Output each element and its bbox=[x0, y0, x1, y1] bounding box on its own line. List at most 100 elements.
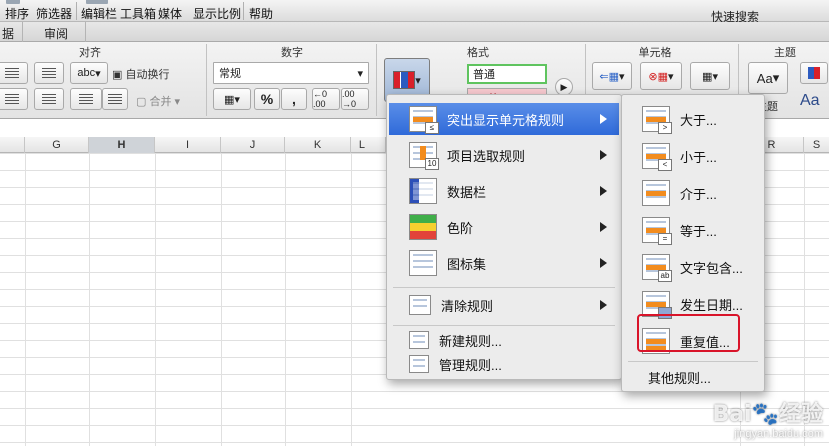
decrease-indent-button[interactable] bbox=[70, 88, 102, 110]
column-header-h[interactable]: H bbox=[89, 137, 155, 153]
comma-button[interactable]: , bbox=[281, 88, 307, 110]
insert-cells-button[interactable]: ⇐▦ ▾ bbox=[592, 62, 632, 90]
play-icon: ▶ bbox=[560, 81, 568, 92]
new-rule-icon bbox=[409, 331, 429, 349]
menu-item-top-bottom-rules[interactable]: 10 项目选取规则 bbox=[389, 139, 619, 171]
align-lines-icon bbox=[5, 68, 19, 78]
data-bars-icon bbox=[409, 178, 437, 204]
grid-line bbox=[221, 153, 222, 446]
delete-cells-button[interactable]: ⊗▦ ▾ bbox=[640, 62, 682, 90]
menu-item-new-rule[interactable]: 新建规则... bbox=[389, 327, 619, 353]
menu-item-data-bars[interactable]: 数据栏 bbox=[389, 175, 619, 207]
menu-item-icon-sets[interactable]: 图标集 bbox=[389, 247, 619, 279]
filter-button[interactable]: 筛选器 bbox=[36, 5, 72, 22]
manage-rules-icon bbox=[409, 355, 429, 373]
toolbox-button[interactable]: 工具箱 bbox=[120, 5, 156, 22]
menu-item-clear-rules[interactable]: 清除规则 bbox=[389, 289, 619, 321]
column-header[interactable] bbox=[0, 137, 25, 153]
toolbar-separator bbox=[76, 2, 77, 20]
formula-bar-icon bbox=[86, 0, 108, 4]
duplicate-values-callout bbox=[637, 314, 740, 352]
ribbon-tabs: 据 审阅 bbox=[0, 22, 829, 42]
menu-item-label: 新建规则... bbox=[439, 333, 502, 349]
menu-item-highlight-cells-rules[interactable]: ≤ 突出显示单元格规则 bbox=[389, 103, 619, 135]
insert-cells-icon: ⇐▦ bbox=[599, 70, 620, 83]
submenu-arrow-icon bbox=[600, 114, 607, 124]
themes-group-title: 主题 bbox=[774, 47, 796, 59]
column-header-k[interactable]: K bbox=[285, 137, 351, 153]
clear-rules-icon bbox=[409, 295, 431, 315]
merge-button[interactable]: ▢ 合并 ▾ bbox=[136, 93, 180, 109]
submenu-item-equal-to[interactable]: = 等于... bbox=[624, 212, 762, 248]
align-middle-button[interactable] bbox=[34, 62, 64, 84]
theme-fonts-button[interactable]: Aa bbox=[800, 92, 820, 110]
baidu-watermark: Bai🐾经验 jingyan.baidu.com bbox=[712, 396, 823, 440]
increase-indent-button[interactable] bbox=[102, 88, 128, 110]
group-separator bbox=[206, 44, 207, 116]
percent-button[interactable]: % bbox=[254, 88, 280, 110]
zoom-button[interactable]: 显示比例 bbox=[193, 5, 241, 22]
align-center-button[interactable] bbox=[34, 88, 64, 110]
accounting-format-button[interactable]: ▦▾ bbox=[213, 88, 251, 110]
less-than-icon: < bbox=[642, 143, 672, 171]
submenu-item-greater-than[interactable]: > 大于... bbox=[624, 101, 762, 137]
tab-review[interactable]: 审阅 bbox=[44, 25, 68, 42]
menu-separator bbox=[393, 325, 615, 326]
help-button[interactable]: 帮助 bbox=[249, 5, 273, 22]
indent-icon bbox=[79, 94, 93, 104]
submenu-arrow-icon bbox=[600, 222, 607, 232]
menu-item-label: 清除规则 bbox=[441, 298, 494, 314]
chevron-down-icon: ▾ bbox=[357, 67, 363, 80]
submenu-arrow-icon bbox=[600, 300, 607, 310]
column-header-i[interactable]: I bbox=[155, 137, 221, 153]
submenu-item-label: 介于... bbox=[680, 186, 717, 202]
grid-line bbox=[25, 153, 26, 446]
submenu-item-label: 文字包含... bbox=[680, 260, 743, 276]
grid-line bbox=[285, 153, 286, 446]
formula-bar-button[interactable]: 编辑栏 bbox=[81, 5, 117, 22]
submenu-item-less-than[interactable]: < 小于... bbox=[624, 138, 762, 174]
themes-button[interactable]: Aa ▾ bbox=[748, 62, 788, 94]
cells-group-title: 单元格 bbox=[638, 47, 672, 59]
align-left-button[interactable] bbox=[0, 88, 28, 110]
menu-item-color-scales[interactable]: 色阶 bbox=[389, 211, 619, 243]
submenu-item-between[interactable]: 介于... bbox=[624, 175, 762, 211]
grid-line bbox=[351, 153, 352, 446]
sort-icon bbox=[6, 0, 20, 4]
decrease-decimal-button[interactable]: .00 →0 bbox=[341, 88, 369, 110]
column-header-g[interactable]: G bbox=[25, 137, 89, 153]
group-separator bbox=[376, 44, 377, 116]
abc-label: abc bbox=[77, 67, 96, 79]
grid-line bbox=[155, 153, 156, 446]
text-orientation-button[interactable]: abc ▾ bbox=[70, 62, 108, 84]
align-group-title: 对齐 bbox=[79, 47, 101, 59]
merge-label: 合并 bbox=[149, 96, 172, 108]
increase-decimal-button[interactable]: ←0 .00 bbox=[312, 88, 340, 110]
column-header-s[interactable]: S bbox=[804, 137, 829, 153]
menu-item-label: 突出显示单元格规则 bbox=[447, 112, 565, 128]
tab-data[interactable]: 据 bbox=[2, 25, 14, 42]
submenu-item-more-rules[interactable]: 其他规则... bbox=[624, 363, 762, 391]
column-header-l[interactable]: L bbox=[351, 137, 386, 153]
submenu-item-text-contains[interactable]: ab 文字包含... bbox=[624, 249, 762, 285]
submenu-arrow-icon bbox=[600, 150, 607, 160]
align-top-button[interactable] bbox=[0, 62, 28, 84]
format-cells-button[interactable]: ▦ ▾ bbox=[690, 62, 730, 90]
indent-icon bbox=[108, 94, 122, 104]
text-contains-icon: ab bbox=[642, 254, 672, 282]
number-format-select[interactable]: 常规 ▾ bbox=[213, 62, 369, 84]
sort-button[interactable]: 排序 bbox=[5, 5, 29, 22]
number-group-title: 数字 bbox=[281, 47, 303, 59]
theme-colors-button[interactable] bbox=[800, 62, 828, 84]
column-header-j[interactable]: J bbox=[221, 137, 285, 153]
submenu-item-label: 发生日期... bbox=[680, 297, 743, 313]
menu-item-label: 图标集 bbox=[447, 256, 487, 272]
style-normal-cell[interactable]: 普通 bbox=[467, 64, 547, 84]
tab-separator bbox=[22, 22, 23, 42]
menu-item-label: 数据栏 bbox=[447, 184, 487, 200]
align-lines-icon bbox=[42, 94, 56, 104]
wrap-text-button[interactable]: ▣ 自动换行 bbox=[112, 66, 169, 82]
media-button[interactable]: 媒体 bbox=[158, 5, 182, 22]
menu-item-manage-rules[interactable]: 管理规则... bbox=[389, 351, 619, 377]
format-group-title: 格式 bbox=[467, 47, 489, 59]
